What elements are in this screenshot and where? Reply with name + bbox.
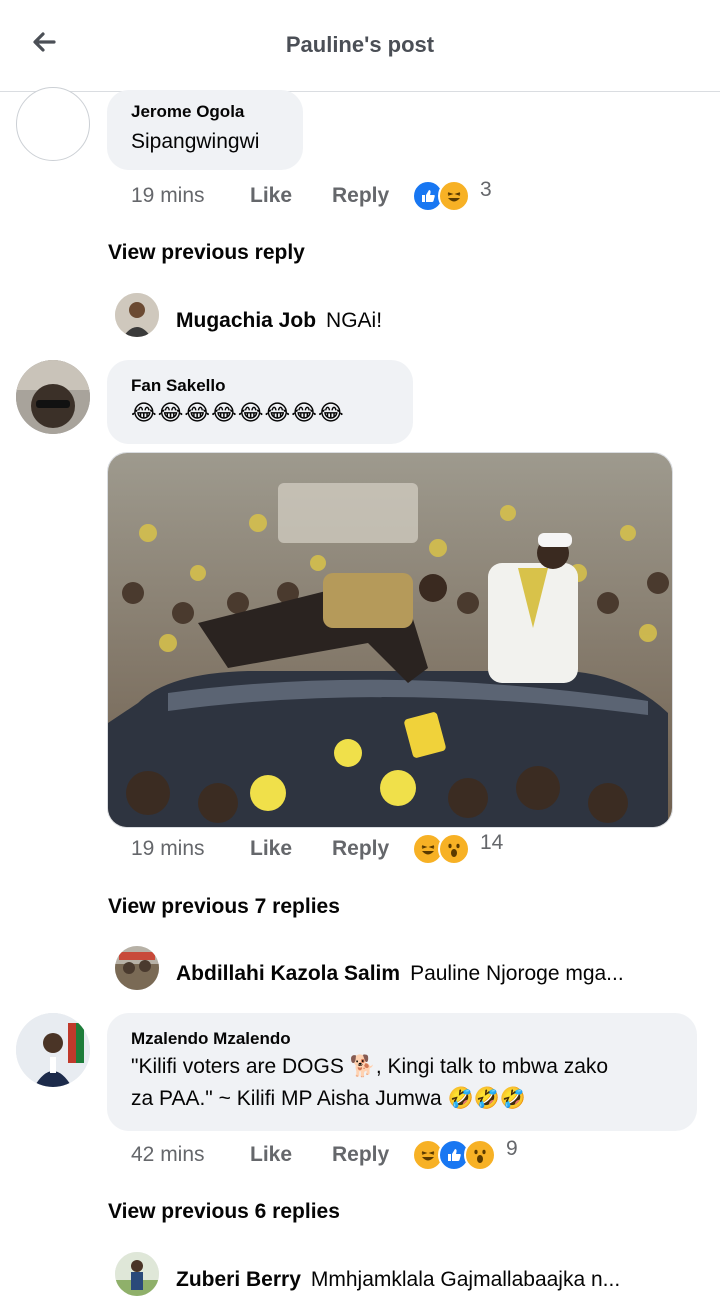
avatar[interactable] <box>16 1013 90 1087</box>
reply-preview[interactable]: Mugachia Job NGAi! <box>176 309 690 333</box>
comment-bubble[interactable]: Fan Sakello 😂😂😂😂😂😂😂😂 <box>107 360 413 444</box>
reply-preview[interactable]: Abdillahi Kazola Salim Pauline Njoroge mg… <box>176 962 690 986</box>
rally-photo-image <box>108 453 672 827</box>
comment-actions: 42 mins Like Reply 9 <box>131 1137 518 1171</box>
avatar[interactable] <box>115 1252 159 1296</box>
view-previous-replies-link[interactable]: View previous 7 replies <box>108 895 340 919</box>
like-button[interactable]: Like <box>250 1143 332 1167</box>
comment-text: 😂😂😂😂😂😂😂😂 <box>131 401 345 426</box>
top-bar: Pauline's post <box>0 0 720 92</box>
comment-text-line-2: za PAA." ~ Kilifi MP Aisha Jumwa 🤣🤣🤣 <box>131 1087 526 1110</box>
reaction-count: 14 <box>480 831 504 854</box>
comment-author[interactable]: Jerome Ogola <box>131 102 279 122</box>
reply-preview[interactable]: Zuberi Berry Mmhjamklala Gajmallabaajka n… <box>176 1268 690 1292</box>
reply-author[interactable]: Abdillahi Kazola Salim <box>176 962 400 985</box>
reply-text: Mmhjamklala Gajmallabaajka n... <box>310 1268 621 1291</box>
comment-text: Sipangwingwi <box>131 130 260 153</box>
avatar[interactable] <box>16 87 90 161</box>
wow-reaction-icon <box>438 833 470 865</box>
reply-text: Pauline Njoroge mga... <box>410 962 624 985</box>
comment-text-line-1: "Kilifi voters are DOGS 🐕, Kingi talk to… <box>131 1055 609 1078</box>
reply-text: NGAi! <box>326 309 383 332</box>
comment-bubble[interactable]: Mzalendo Mzalendo "Kilifi voters are DOG… <box>107 1013 697 1131</box>
avatar[interactable] <box>115 293 159 337</box>
reaction-count: 3 <box>480 178 492 201</box>
reaction-count: 9 <box>506 1137 518 1160</box>
like-button[interactable]: Like <box>250 184 332 208</box>
reply-author[interactable]: Mugachia Job <box>176 309 316 332</box>
reply-button[interactable]: Reply <box>332 837 412 861</box>
reply-button[interactable]: Reply <box>332 184 412 208</box>
reaction-summary[interactable]: 3 <box>412 178 492 212</box>
reaction-summary[interactable]: 9 <box>412 1137 518 1171</box>
comment-photo[interactable] <box>107 452 673 828</box>
page-title: Pauline's post <box>285 32 435 57</box>
wow-reaction-icon <box>464 1139 496 1171</box>
reply-button[interactable]: Reply <box>332 1143 412 1167</box>
view-previous-replies-link[interactable]: View previous 6 replies <box>108 1200 340 1224</box>
avatar[interactable] <box>16 360 90 434</box>
view-previous-replies-link[interactable]: View previous reply <box>108 241 305 265</box>
reply-author[interactable]: Zuberi Berry <box>176 1268 301 1291</box>
haha-reaction-icon <box>438 180 470 212</box>
like-button[interactable]: Like <box>250 837 332 861</box>
comment-bubble[interactable]: Jerome Ogola Sipangwingwi <box>107 90 303 170</box>
comment-time[interactable]: 42 mins <box>131 1143 250 1167</box>
comment-author[interactable]: Mzalendo Mzalendo <box>131 1029 673 1049</box>
avatar[interactable] <box>115 946 159 990</box>
comment-time[interactable]: 19 mins <box>131 184 250 208</box>
comment-author[interactable]: Fan Sakello <box>131 376 389 396</box>
comment-actions: 19 mins Like Reply 14 <box>131 831 504 865</box>
comment-actions: 19 mins Like Reply 3 <box>131 178 492 212</box>
comment-time[interactable]: 19 mins <box>131 837 250 861</box>
reaction-summary[interactable]: 14 <box>412 831 504 865</box>
